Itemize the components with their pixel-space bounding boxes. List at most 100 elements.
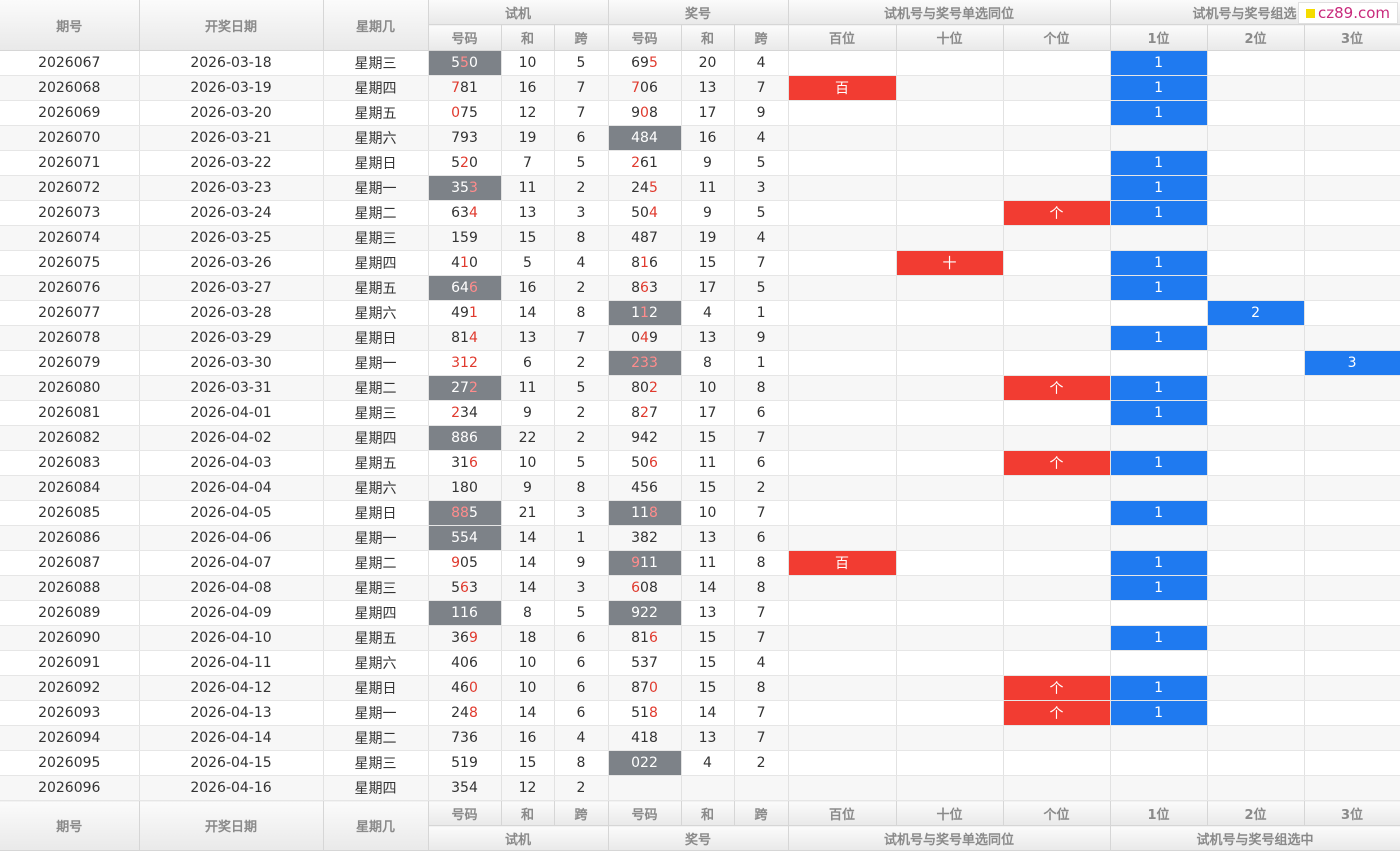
trial-sum-header: 和 — [501, 24, 555, 51]
trial-sum-cell: 21 — [501, 500, 555, 526]
digit: 4 — [460, 280, 469, 296]
footer-trial-sum-header: 和 — [501, 800, 555, 826]
table-row[interactable]: 2026072 2026-03-23 星期一 353 11 2 245 11 3 1 — [0, 175, 1400, 201]
draw-sum-cell: 15 — [681, 475, 735, 501]
table-row[interactable]: 2026077 2026-03-28 星期六 491 14 8 112 4 1 2 — [0, 300, 1400, 326]
period-cell: 2026089 — [0, 600, 140, 626]
digit: 7 — [648, 230, 658, 246]
same-position-cell — [787, 100, 897, 126]
table-row[interactable]: 2026089 2026-04-09 星期四 116 8 5 922 13 7 — [0, 600, 1400, 626]
trial-span-cell: 6 — [554, 625, 609, 651]
trial-number-cell: 406 — [428, 650, 502, 676]
table-row[interactable]: 2026080 2026-03-31 星期二 272 11 5 802 10 8 个 1 — [0, 375, 1400, 401]
table-row[interactable]: 2026069 2026-03-20 星期五 075 12 7 908 17 9 1 — [0, 100, 1400, 126]
same-position-cell — [896, 775, 1004, 801]
digit: 8 — [460, 430, 469, 446]
draw-number-cell: 456 — [608, 475, 682, 501]
col-weekday-header[interactable]: 星期几 — [323, 0, 429, 51]
group-position-cell — [1304, 425, 1400, 451]
draw-number-cell: 922 — [608, 600, 682, 626]
digit: 4 — [640, 330, 649, 346]
site-logo[interactable]: cz89.com — [1298, 2, 1398, 24]
table-row[interactable]: 2026095 2026-04-15 星期三 519 15 8 022 4 2 — [0, 750, 1400, 776]
trial-span-cell: 2 — [554, 275, 609, 301]
table-row[interactable]: 2026087 2026-04-07 星期二 905 14 9 911 11 8 百 1 — [0, 550, 1400, 576]
table-row[interactable]: 2026083 2026-04-03 星期五 316 10 5 506 11 6 个 1 — [0, 450, 1400, 476]
table-row[interactable]: 2026082 2026-04-02 星期四 886 22 2 942 15 7 — [0, 425, 1400, 451]
footer-trial-number-header: 号码 — [428, 800, 502, 826]
same-position-cell — [787, 700, 897, 726]
table-row[interactable]: 2026084 2026-04-04 星期六 180 9 8 456 15 2 — [0, 475, 1400, 501]
date-cell: 2026-03-21 — [139, 125, 324, 151]
draw-sum-cell: 11 — [681, 175, 735, 201]
date-cell: 2026-04-11 — [139, 650, 324, 676]
group-position-cell — [1304, 225, 1400, 251]
table-row[interactable]: 2026074 2026-03-25 星期三 159 15 8 487 19 4 — [0, 225, 1400, 251]
trial-sum-cell: 14 — [501, 575, 555, 601]
group-position-cell — [1304, 750, 1400, 776]
same-position-cell — [896, 175, 1004, 201]
col-date-header[interactable]: 开奖日期 — [139, 0, 324, 51]
table-row[interactable]: 2026075 2026-03-26 星期四 410 5 4 816 15 7 十 1 — [0, 250, 1400, 276]
draw-number-cell — [608, 775, 682, 801]
table-row[interactable]: 2026068 2026-03-19 星期四 781 16 7 706 13 7 百 1 — [0, 75, 1400, 101]
table-row[interactable]: 2026079 2026-03-30 星期一 312 6 2 233 8 1 3 — [0, 350, 1400, 376]
table-row[interactable]: 2026094 2026-04-14 星期二 736 16 4 418 13 7 — [0, 725, 1400, 751]
same-position-cell: 十 — [896, 250, 1004, 276]
table-row[interactable]: 2026088 2026-04-08 星期三 563 14 3 608 14 8 1 — [0, 575, 1400, 601]
table-row[interactable]: 2026086 2026-04-06 星期一 554 14 1 382 13 6 — [0, 525, 1400, 551]
table-row[interactable]: 2026071 2026-03-22 星期日 520 7 5 261 9 5 1 — [0, 150, 1400, 176]
digit: 4 — [631, 730, 641, 746]
table-row[interactable]: 2026092 2026-04-12 星期日 460 10 6 870 15 8 个 1 — [0, 675, 1400, 701]
digit: 4 — [631, 130, 641, 146]
table-row[interactable]: 2026070 2026-03-21 星期六 793 19 6 484 16 4 — [0, 125, 1400, 151]
same-position-cell — [1003, 175, 1111, 201]
group-position-cell — [1207, 450, 1305, 476]
same-position-cell — [787, 750, 897, 776]
table-row[interactable]: 2026081 2026-04-01 星期三 234 9 2 827 17 6 1 — [0, 400, 1400, 426]
digit: 6 — [648, 255, 658, 271]
draw-span-cell: 7 — [734, 75, 789, 101]
table-row[interactable]: 2026073 2026-03-24 星期二 634 13 3 504 9 5 个 1 — [0, 200, 1400, 226]
same-position-cell: 个 — [1003, 375, 1111, 401]
group-position-cell — [1304, 325, 1400, 351]
table-row[interactable]: 2026091 2026-04-11 星期六 406 10 6 537 15 4 — [0, 650, 1400, 676]
group-position-cell: 1 — [1109, 150, 1208, 176]
draw-span-cell: 8 — [734, 550, 789, 576]
period-cell: 2026073 — [0, 200, 140, 226]
digit: 4 — [640, 180, 649, 196]
digit: 4 — [631, 480, 641, 496]
trial-number-cell: 646 — [428, 275, 502, 301]
table-row[interactable]: 2026076 2026-03-27 星期五 646 16 2 863 17 5 1 — [0, 275, 1400, 301]
same-position-cell — [1003, 350, 1111, 376]
group-position-cell — [1207, 425, 1305, 451]
group-position-cell — [1207, 600, 1305, 626]
digit: 4 — [640, 430, 649, 446]
digit: 1 — [460, 755, 469, 771]
group-position-cell — [1304, 400, 1400, 426]
period-cell: 2026071 — [0, 150, 140, 176]
group-position-cell: 2 — [1207, 300, 1305, 326]
date-cell: 2026-04-15 — [139, 750, 324, 776]
table-row[interactable]: 2026096 2026-04-16 星期四 354 12 2 — [0, 775, 1400, 801]
same-position-cell — [896, 350, 1004, 376]
digit: 3 — [451, 180, 461, 196]
col-period-header[interactable]: 期号 — [0, 0, 140, 51]
group-position-cell — [1304, 100, 1400, 126]
draw-number-cell: 863 — [608, 275, 682, 301]
group-position-cell — [1207, 400, 1305, 426]
table-row[interactable]: 2026093 2026-04-13 星期一 248 14 6 518 14 7 个 1 — [0, 700, 1400, 726]
trial-span-cell: 3 — [554, 575, 609, 601]
digit: 8 — [648, 580, 658, 596]
draw-span-cell: 7 — [734, 250, 789, 276]
table-row[interactable]: 2026067 2026-03-18 星期三 550 10 5 695 20 4 1 — [0, 50, 1400, 76]
period-cell: 2026087 — [0, 550, 140, 576]
group-position-cell: 1 — [1109, 400, 1208, 426]
group-position-cell — [1304, 550, 1400, 576]
trial-span-cell: 2 — [554, 775, 609, 801]
table-row[interactable]: 2026078 2026-03-29 星期日 814 13 7 049 13 9 1 — [0, 325, 1400, 351]
same-position-cell — [896, 725, 1004, 751]
digit: 0 — [460, 655, 469, 671]
table-row[interactable]: 2026085 2026-04-05 星期日 885 21 3 118 10 7 1 — [0, 500, 1400, 526]
table-row[interactable]: 2026090 2026-04-10 星期五 369 18 6 816 15 7 1 — [0, 625, 1400, 651]
